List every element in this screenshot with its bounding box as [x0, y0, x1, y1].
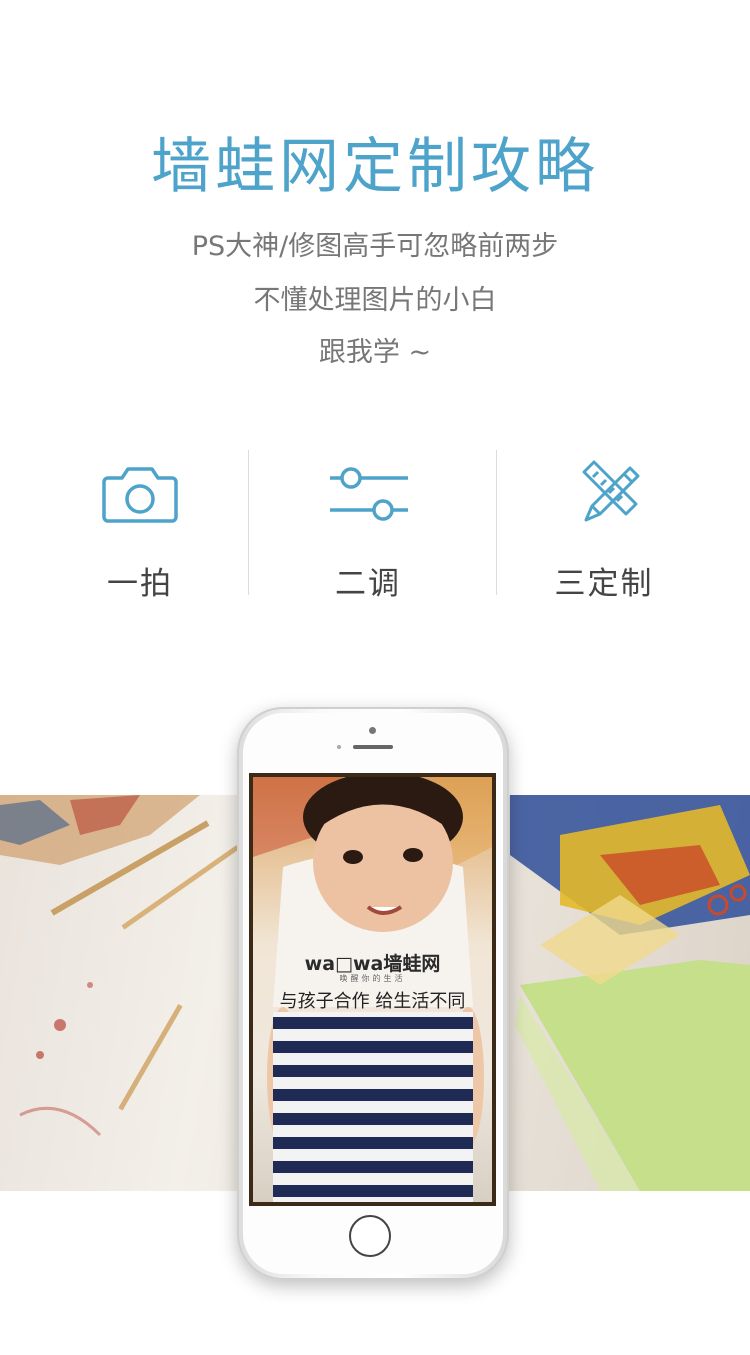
camera-icon	[16, 458, 264, 528]
sliders-icon	[244, 458, 492, 528]
screen-slogan: 与孩子合作 给生活不同	[279, 991, 466, 1012]
subtitle-line-3: 跟我学 ~	[318, 337, 432, 368]
step-label: 二调	[335, 566, 401, 602]
logo-tagline: 唤醒你的生活	[339, 974, 406, 983]
step-label: 一拍	[107, 566, 173, 602]
pencil-ruler-icon	[480, 458, 728, 528]
earpiece	[353, 745, 393, 749]
phone-screen: wa□wa墙蛙网 唤醒你的生活 与孩子合作 给生活不同	[249, 773, 496, 1206]
subtitle-line-2: 不懂处理图片的小白	[253, 285, 497, 316]
wawa-logo: wa□wa墙蛙网	[304, 953, 441, 975]
step-adjust: 二调	[244, 450, 492, 602]
home-button[interactable]	[349, 1215, 391, 1257]
child-photo: wa□wa墙蛙网 唤醒你的生活 与孩子合作 给生活不同	[253, 777, 492, 1202]
subtitle-line-1: PS大神/修图高手可忽略前两步	[191, 231, 559, 262]
page-title: 墙蛙网定制攻略	[151, 132, 599, 202]
step-shoot: 一拍	[16, 450, 264, 602]
step-label: 三定制	[554, 566, 654, 602]
front-camera	[369, 727, 376, 734]
sensor-dot	[337, 745, 341, 749]
step-customize: 三定制	[480, 450, 728, 602]
